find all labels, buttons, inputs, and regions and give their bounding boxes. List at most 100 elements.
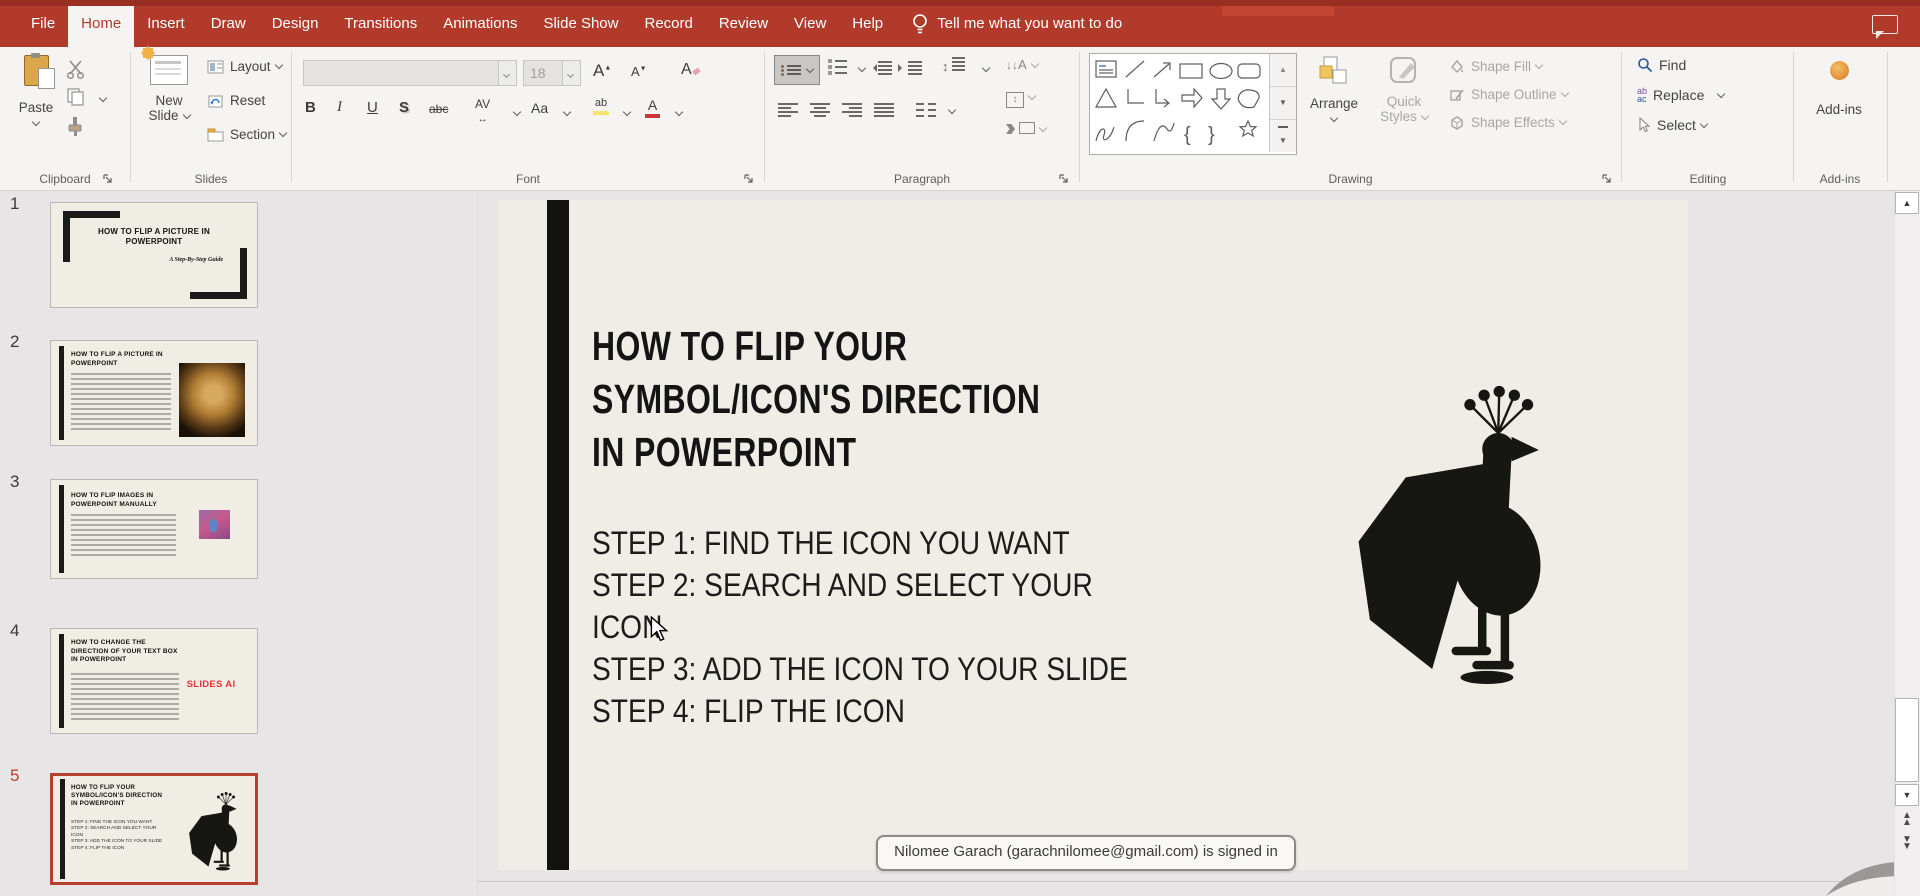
new-slide-button[interactable]: New Slide (139, 45, 199, 123)
svg-text:{: { (1184, 124, 1191, 146)
drawing-dialog-launcher[interactable] (1601, 173, 1613, 185)
columns-button[interactable] (916, 103, 936, 117)
previous-slide-button[interactable]: ▲ ▲ (1898, 811, 1916, 828)
menu-view[interactable]: View (781, 0, 839, 47)
text-shadow-button[interactable]: S (399, 99, 409, 116)
bold-button[interactable]: B (305, 99, 316, 116)
scroll-up-button[interactable]: ▲ (1895, 192, 1919, 214)
font-size-value: 18 (530, 65, 546, 81)
shapes-gallery[interactable]: { } ▲ ▼ ▼ (1089, 53, 1297, 155)
slide-steps-text[interactable]: STEP 1: FIND THE ICON YOU WANT STEP 2: S… (592, 522, 1208, 732)
shape-fill-button[interactable]: Shape Fill (1449, 59, 1544, 74)
menu-transitions[interactable]: Transitions (331, 0, 430, 47)
menu-help[interactable]: Help (839, 0, 896, 47)
thumb5-title: HOW TO FLIP YOUR SYMBOL/ICON'S DIRECTION… (71, 784, 163, 808)
highlight-chevron[interactable] (622, 107, 632, 117)
thumb4-bullet-text (71, 673, 179, 723)
comments-icon[interactable] (1872, 15, 1898, 39)
shape-outline-button[interactable]: Shape Outline (1449, 87, 1569, 102)
copy-icon[interactable] (66, 87, 86, 107)
line-spacing-chevron[interactable] (981, 63, 991, 73)
tell-me-box[interactable]: Tell me what you want to do (912, 0, 1122, 47)
replace-button[interactable]: ab ac Replace (1637, 87, 1726, 104)
bullets-button[interactable] (774, 55, 820, 85)
shapes-scroll-up[interactable]: ▲ (1270, 54, 1296, 87)
paste-button[interactable]: Paste (12, 53, 60, 130)
scrollbar-thumb[interactable] (1895, 698, 1919, 782)
arrange-button[interactable]: Arrange (1303, 55, 1365, 126)
slide2-thumbnail[interactable]: HOW TO FLIP A PICTURE IN POWERPOINT (50, 340, 258, 446)
thumb3-image (199, 510, 230, 539)
text-direction-button[interactable]: ↓↓A (1006, 57, 1039, 72)
character-spacing-button[interactable]: AV ↔ (475, 97, 490, 125)
font-color-button[interactable]: A (645, 97, 660, 118)
slide-canvas[interactable]: HOW TO FLIP YOUR SYMBOL/ICON'S DIRECTION… (498, 200, 1688, 870)
menu-slide-show[interactable]: Slide Show (530, 0, 631, 47)
columns-chevron[interactable] (947, 105, 957, 115)
addins-button[interactable]: Add-ins (1806, 57, 1872, 117)
italic-button[interactable]: I (337, 99, 342, 116)
slide-accent-bar[interactable] (547, 200, 569, 870)
paragraph-group: ↕ ↓↓A ↕ Paragraph (766, 47, 1078, 190)
menu-insert[interactable]: Insert (134, 0, 198, 47)
numbering-button[interactable] (828, 59, 848, 75)
quick-styles-icon (1390, 57, 1416, 83)
menu-home[interactable]: Home (68, 0, 135, 47)
align-text-button[interactable]: ↕ (1006, 89, 1037, 108)
menu-draw[interactable]: Draw (198, 0, 259, 47)
font-name-combobox[interactable] (303, 60, 517, 86)
change-case-button[interactable]: Aa (531, 100, 548, 116)
select-button[interactable]: Select (1637, 117, 1709, 133)
slide4-thumbnail[interactable]: HOW TO CHANGE THE DIRECTION OF YOUR TEXT… (50, 628, 258, 734)
find-button[interactable]: Find (1637, 57, 1686, 73)
menu-bar: File Home Insert Draw Design Transitions… (0, 0, 1920, 47)
pane-splitter[interactable] (477, 191, 478, 896)
shape-effects-button[interactable]: Shape Effects (1449, 115, 1568, 130)
peacock-icon[interactable] (1268, 378, 1570, 690)
font-size-combobox[interactable]: 18 (523, 60, 581, 86)
strikethrough-button[interactable]: abc (429, 102, 448, 116)
menu-record[interactable]: Record (631, 0, 705, 47)
shapes-scroll-down[interactable]: ▼ (1270, 87, 1296, 120)
line-spacing-button[interactable]: ↕ (942, 57, 966, 74)
change-case-chevron[interactable] (562, 107, 572, 117)
align-center-button[interactable] (810, 103, 830, 117)
cut-icon[interactable] (66, 59, 88, 79)
layout-button[interactable]: Layout (207, 59, 283, 74)
justify-button[interactable] (874, 103, 894, 117)
section-button[interactable]: Section (207, 127, 288, 142)
font-color-chevron[interactable] (674, 107, 684, 117)
quick-styles-button[interactable]: Quick Styles (1371, 55, 1437, 124)
menu-file[interactable]: File (18, 0, 68, 47)
clear-formatting-button[interactable]: A (681, 61, 701, 79)
underline-button[interactable]: U (367, 99, 378, 116)
slide3-thumbnail[interactable]: HOW TO FLIP IMAGES IN POWERPOINT MANUALL… (50, 479, 258, 579)
menu-review[interactable]: Review (706, 0, 781, 47)
slide5-thumbnail-selected[interactable]: HOW TO FLIP YOUR SYMBOL/ICON'S DIRECTION… (50, 773, 258, 885)
highlight-button[interactable]: ab (593, 97, 609, 115)
shapes-gallery-more[interactable]: ▼ (1270, 126, 1296, 158)
copy-dropdown-chevron[interactable] (98, 93, 108, 103)
paragraph-dialog-launcher[interactable] (1058, 173, 1070, 185)
slide-title[interactable]: HOW TO FLIP YOUR SYMBOL/ICON'S DIRECTION… (592, 320, 1185, 479)
shrink-font-button[interactable]: A▼ (631, 64, 647, 79)
grow-font-button[interactable]: A▲ (593, 61, 611, 81)
slide1-thumbnail[interactable]: HOW TO FLIP A PICTURE IN POWERPOINT A St… (50, 202, 258, 308)
align-left-button[interactable] (778, 103, 798, 117)
decrease-indent-button[interactable] (873, 61, 892, 75)
menu-animations[interactable]: Animations (430, 0, 530, 47)
font-dialog-launcher[interactable] (743, 173, 755, 185)
convert-smartart-button[interactable] (1006, 121, 1048, 139)
scroll-down-button[interactable]: ▼ (1895, 784, 1919, 806)
reset-button[interactable]: Reset (207, 93, 265, 108)
align-right-button[interactable] (842, 103, 862, 117)
clipboard-dialog-launcher[interactable] (102, 173, 114, 185)
character-spacing-chevron[interactable] (512, 107, 522, 117)
font-name-dropdown[interactable] (498, 61, 516, 85)
numbering-chevron[interactable] (857, 63, 867, 73)
next-slide-button[interactable]: ▼ ▼ (1898, 835, 1916, 852)
menu-design[interactable]: Design (259, 0, 332, 47)
font-size-dropdown[interactable] (562, 61, 580, 85)
increase-indent-button[interactable] (898, 61, 922, 75)
format-painter-icon[interactable] (66, 115, 86, 137)
